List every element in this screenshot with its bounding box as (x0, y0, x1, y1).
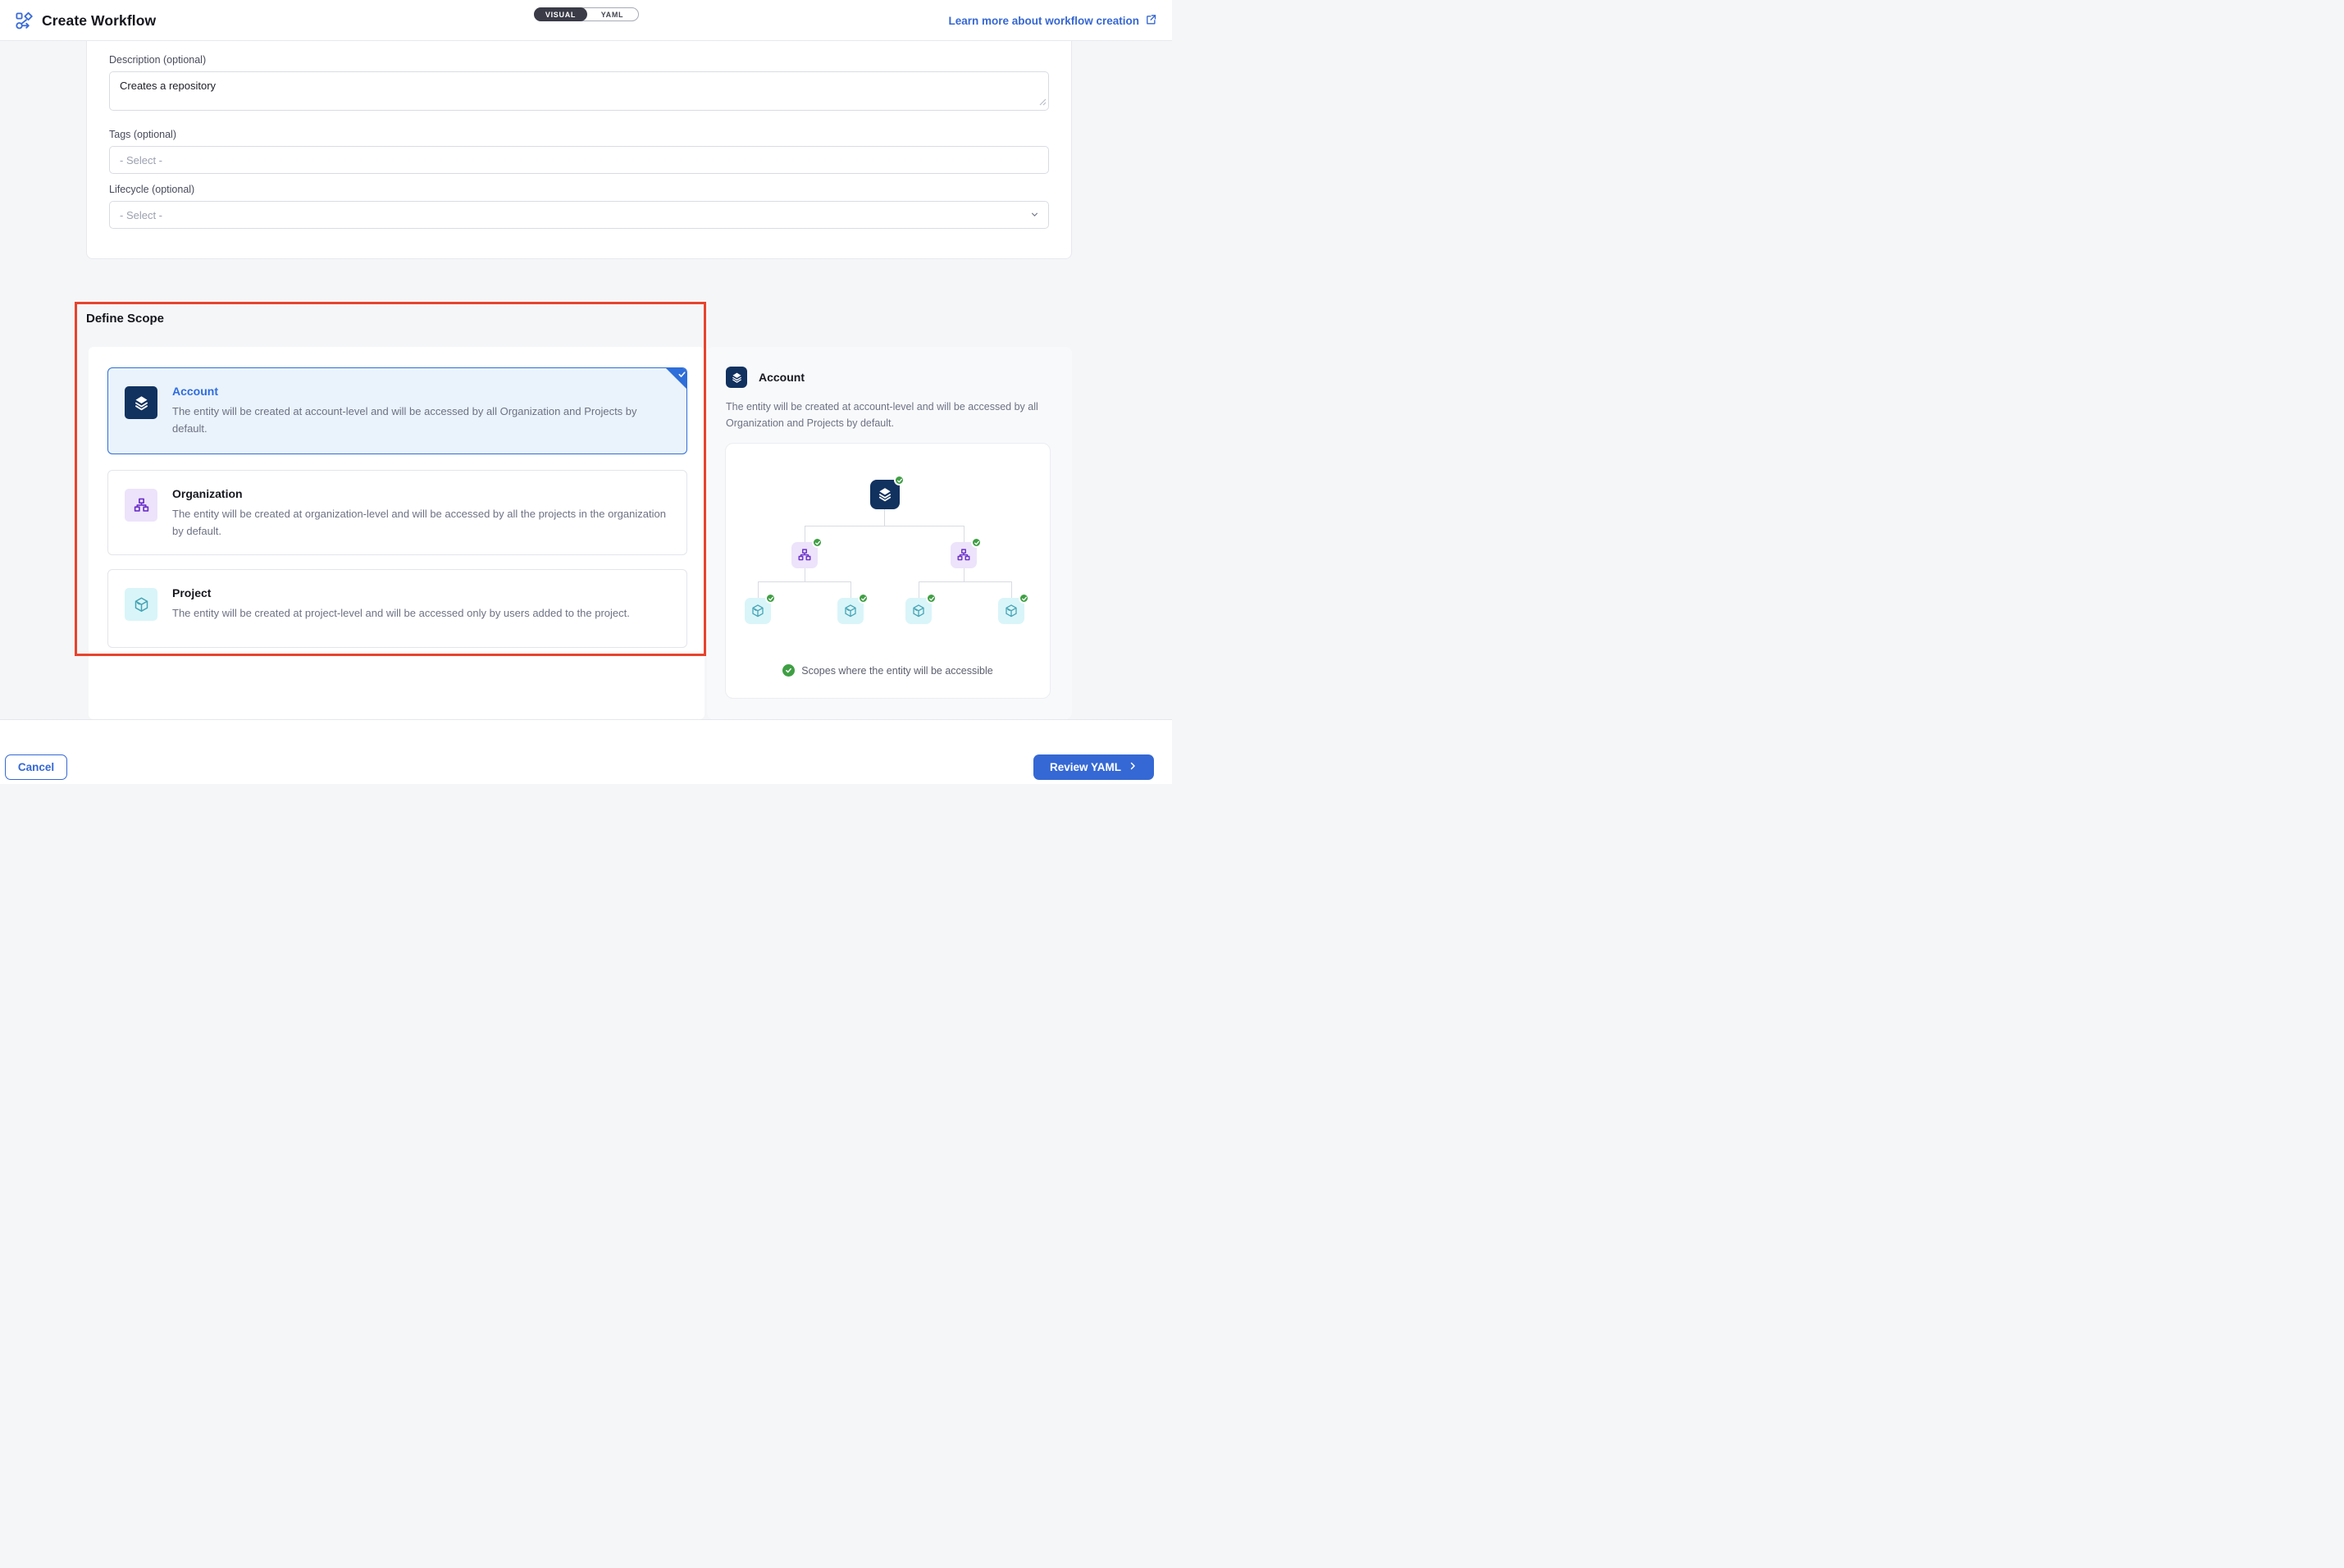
selected-check-icon (665, 367, 687, 390)
diagram-account-node (870, 480, 900, 509)
scope-option-description: The entity will be created at account-le… (172, 403, 670, 438)
visual-yaml-toggle: VISUAL YAML (534, 7, 639, 21)
green-check-icon (1019, 593, 1029, 604)
diagram-org-node (791, 542, 818, 568)
resize-handle-icon[interactable] (1039, 95, 1047, 110)
brand: Create Workflow (15, 0, 156, 41)
account-layers-icon (125, 386, 157, 419)
scope-option-project[interactable]: Project The entity will be created at pr… (107, 569, 687, 648)
workflow-form-card: Description (optional) Creates a reposit… (86, 41, 1072, 259)
chevron-right-icon (1128, 761, 1138, 773)
tags-label: Tags (optional) (109, 129, 1049, 140)
diagram-org-node (951, 542, 977, 568)
cancel-button[interactable]: Cancel (5, 754, 67, 780)
account-layers-icon (726, 367, 747, 388)
scope-option-organization[interactable]: Organization The entity will be created … (107, 470, 687, 555)
define-scope-heading: Define Scope (86, 312, 164, 326)
scope-preview-panel: Account The entity will be created at ac… (707, 347, 1072, 719)
green-check-icon (971, 537, 982, 548)
preview-description: The entity will be created at account-le… (726, 399, 1057, 431)
toggle-visual[interactable]: VISUAL (534, 7, 587, 21)
preview-title: Account (759, 371, 805, 384)
scope-options-panel: Account The entity will be created at ac… (89, 347, 705, 719)
external-link-icon (1145, 13, 1157, 28)
scope-option-description: The entity will be created at organizati… (172, 506, 670, 540)
diagram-project-node (998, 598, 1024, 624)
tags-input[interactable] (109, 146, 1049, 174)
diagram-project-node (905, 598, 932, 624)
scope-option-account[interactable]: Account The entity will be created at ac… (107, 367, 687, 454)
green-check-icon (812, 537, 823, 548)
toggle-yaml[interactable]: YAML (586, 8, 638, 21)
diagram-project-node (837, 598, 864, 624)
green-check-icon (894, 475, 905, 485)
green-check-icon (926, 593, 937, 604)
scope-option-title: Account (172, 385, 670, 398)
diagram-project-node (745, 598, 771, 624)
description-label: Description (optional) (109, 54, 1049, 66)
scope-diagram: Scopes where the entity will be accessib… (725, 443, 1051, 699)
learn-more-link[interactable]: Learn more about workflow creation (948, 0, 1157, 41)
scope-option-title: Project (172, 586, 630, 599)
organization-icon (125, 489, 157, 522)
scope-option-description: The entity will be created at project-le… (172, 605, 630, 622)
review-yaml-label: Review YAML (1050, 761, 1121, 773)
lifecycle-label: Lifecycle (optional) (109, 184, 1049, 195)
project-cube-icon (125, 588, 157, 621)
create-workflow-page: Create Workflow VISUAL YAML Learn more a… (0, 0, 1172, 784)
page-title: Create Workflow (42, 12, 156, 30)
workflow-icon (15, 11, 34, 30)
green-check-icon (858, 593, 869, 604)
green-check-icon (765, 593, 776, 604)
description-input[interactable]: Creates a repository (109, 71, 1049, 111)
diagram-caption: Scopes where the entity will be accessib… (801, 665, 992, 677)
scope-option-title: Organization (172, 487, 670, 500)
review-yaml-button[interactable]: Review YAML (1033, 754, 1154, 780)
footer-bar: Cancel Review YAML (0, 719, 1172, 784)
green-check-icon (782, 664, 795, 677)
learn-more-label: Learn more about workflow creation (948, 15, 1139, 27)
header: Create Workflow VISUAL YAML Learn more a… (0, 0, 1172, 41)
lifecycle-select[interactable] (109, 201, 1049, 229)
